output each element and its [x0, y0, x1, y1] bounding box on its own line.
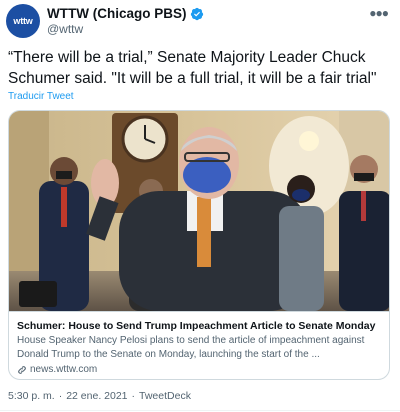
link-preview-domain: news.wttw.com — [30, 364, 98, 375]
link-preview-domain-row[interactable]: news.wttw.com — [17, 364, 383, 375]
tweet-date[interactable]: 22 ene. 2021 — [66, 390, 127, 402]
verified-badge-icon — [190, 7, 204, 21]
link-preview-text[interactable]: Schumer: House to Send Trump Impeachment… — [9, 311, 389, 379]
link-preview-title[interactable]: Schumer: House to Send Trump Impeachment… — [17, 320, 383, 332]
meta-separator: · — [58, 390, 63, 402]
tweet-client: TweetDeck — [139, 390, 191, 402]
avatar-logo: wttw — [13, 16, 33, 26]
author-display-name[interactable]: WTTW (Chicago PBS) — [47, 6, 186, 21]
link-preview-description: House Speaker Nancy Pelosi plans to send… — [17, 335, 365, 360]
tweet: wttw WTTW (Chicago PBS) @wttw ●●● “There… — [0, 0, 400, 412]
author-name-line: WTTW (Chicago PBS) — [47, 6, 204, 21]
link-preview-card[interactable]: Schumer: House to Send Trump Impeachment… — [8, 110, 390, 380]
link-preview-image[interactable] — [9, 111, 389, 311]
translate-tweet-link[interactable]: Traducir Tweet — [8, 91, 74, 102]
author-handle[interactable]: @wttw — [47, 22, 83, 36]
meta-separator-2: · — [131, 390, 136, 402]
more-options-icon[interactable]: ●●● — [369, 6, 389, 20]
link-icon — [17, 365, 27, 375]
avatar[interactable]: wttw — [6, 4, 40, 38]
tweet-time[interactable]: 5:30 p. m. — [8, 390, 55, 402]
tweet-meta: 5:30 p. m. · 22 ene. 2021 · TweetDeck — [8, 390, 191, 402]
divider — [0, 410, 400, 411]
tweet-text: “There will be a trial,” Senate Majority… — [8, 49, 377, 87]
